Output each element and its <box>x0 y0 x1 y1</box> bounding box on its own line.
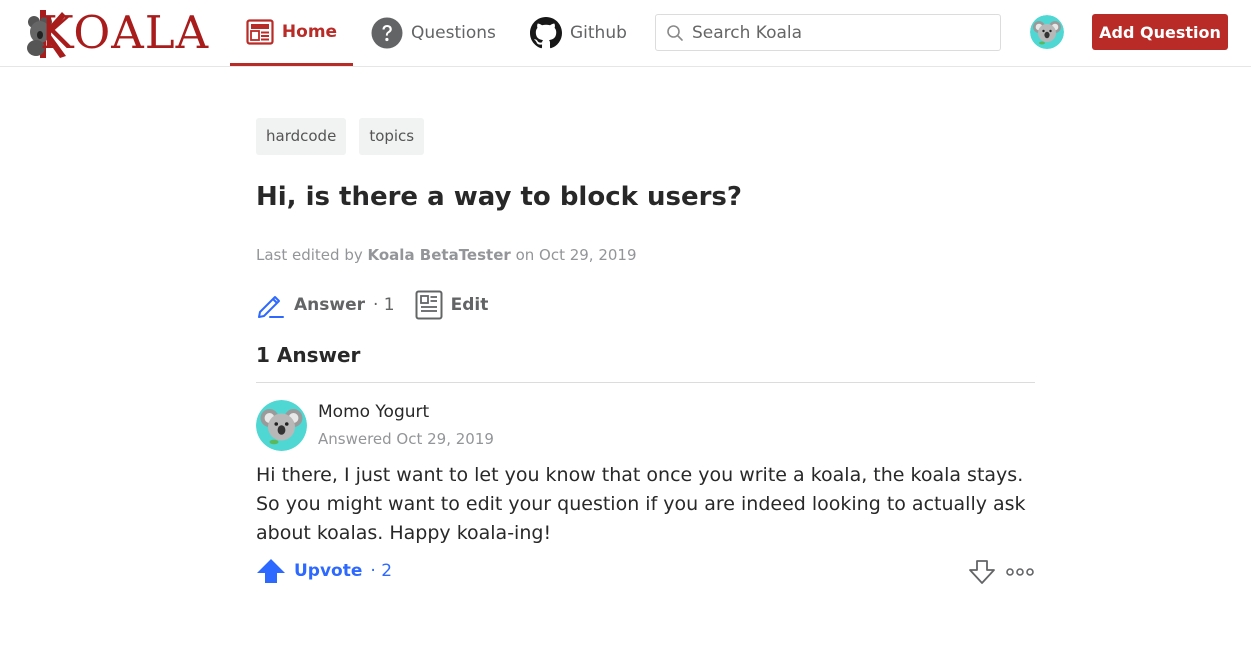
question-title: Hi, is there a way to block users? <box>256 182 742 212</box>
edit-button[interactable]: Edit <box>415 290 489 320</box>
topic-tags: hardcode topics <box>256 118 1036 155</box>
divider <box>256 382 1035 383</box>
answer-label: Answer <box>294 295 365 315</box>
editor-name[interactable]: Koala BetaTester <box>368 246 511 264</box>
answer-button[interactable]: Answer · 1 <box>256 290 395 320</box>
upvote-label: Upvote <box>294 561 363 581</box>
nav-questions[interactable]: Questions <box>371 0 496 66</box>
question-circle-icon <box>371 17 403 49</box>
answer-date: Answered Oct 29, 2019 <box>318 430 494 448</box>
answers-heading: 1 Answer <box>256 343 361 367</box>
downvote-arrow-icon[interactable] <box>968 559 996 585</box>
nav-questions-label: Questions <box>411 23 496 43</box>
upvote-count: · 2 <box>370 561 393 581</box>
home-feed-icon <box>246 18 274 45</box>
search-icon <box>667 24 683 41</box>
edit-info: Last edited by Koala BetaTester on Oct 2… <box>256 246 637 264</box>
top-navigation-bar: KOALA Home Questions Github Search Koala… <box>0 0 1251 67</box>
nav-github[interactable]: Github <box>530 0 627 66</box>
user-avatar-icon[interactable] <box>1030 15 1064 49</box>
answer-author-avatar-icon[interactable] <box>256 400 307 451</box>
question-actions: Answer · 1 Edit <box>256 288 488 322</box>
search-box[interactable] <box>655 14 1001 51</box>
koala-logo[interactable]: KOALA <box>26 6 212 60</box>
nav-home[interactable]: Home <box>230 0 353 66</box>
topic-tag[interactable]: hardcode <box>256 118 347 155</box>
upvote-button[interactable]: Upvote · 2 <box>256 558 392 584</box>
more-dots-icon[interactable] <box>1006 566 1034 578</box>
github-icon <box>530 17 562 49</box>
answer-author-name[interactable]: Momo Yogurt <box>318 402 429 422</box>
pencil-icon <box>258 294 284 318</box>
document-icon <box>415 290 443 320</box>
edited-prefix: Last edited by <box>256 246 363 264</box>
edit-label: Edit <box>450 295 489 315</box>
question-page: hardcode topics Hi, is there a way to bl… <box>256 118 1036 584</box>
nav-github-label: Github <box>570 23 627 43</box>
upvote-arrow-icon <box>257 559 285 583</box>
answer-body: Hi there, I just want to let you know th… <box>256 464 1026 544</box>
topic-tag[interactable]: topics <box>359 118 425 155</box>
nav-home-label: Home <box>281 21 338 42</box>
answer-vote-row: Upvote · 2 <box>256 558 1035 588</box>
search-input[interactable] <box>692 22 982 43</box>
logo-text: KOALA <box>40 6 210 59</box>
add-question-button[interactable]: Add Question <box>1092 14 1228 50</box>
answer-count: · 1 <box>373 295 395 315</box>
edited-date: on Oct 29, 2019 <box>515 246 637 264</box>
